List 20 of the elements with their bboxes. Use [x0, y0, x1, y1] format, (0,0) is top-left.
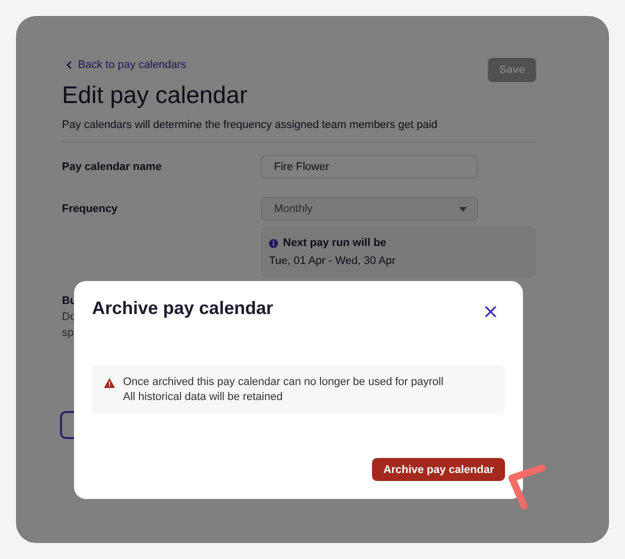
input-field[interactable]: Fire Flower [261, 155, 478, 179]
section-text: sp [62, 327, 75, 339]
info-text: Tue, 01 Apr - Wed, 30 Apr [269, 255, 397, 267]
field-label: Frequency [62, 203, 119, 215]
page-title: Edit pay calendar [62, 82, 248, 110]
chevron-left-icon [66, 61, 72, 69]
warning-text: Once archived this pay calendar can no longer be used for payroll [123, 376, 444, 388]
info-title: Next pay run will be [283, 237, 386, 249]
field-label: Pay calendar name [62, 161, 163, 173]
close-button[interactable]: × [476, 298, 505, 324]
warning-icon [104, 378, 115, 388]
archive-button[interactable]: Archive pay calendar [372, 458, 505, 481]
dialog-title: Archive pay calendar [92, 297, 274, 320]
back-link[interactable]: Back to pay calendars [66, 59, 186, 71]
info-icon [269, 238, 278, 248]
select-field[interactable]: Monthly [261, 197, 478, 221]
pointer-mark-icon [506, 464, 546, 510]
caret-icon [459, 206, 467, 212]
warning-text: All historical data will be retained [123, 391, 284, 403]
page-subtitle: Pay calendars will determine the frequency assigned team members get paid [62, 118, 438, 132]
